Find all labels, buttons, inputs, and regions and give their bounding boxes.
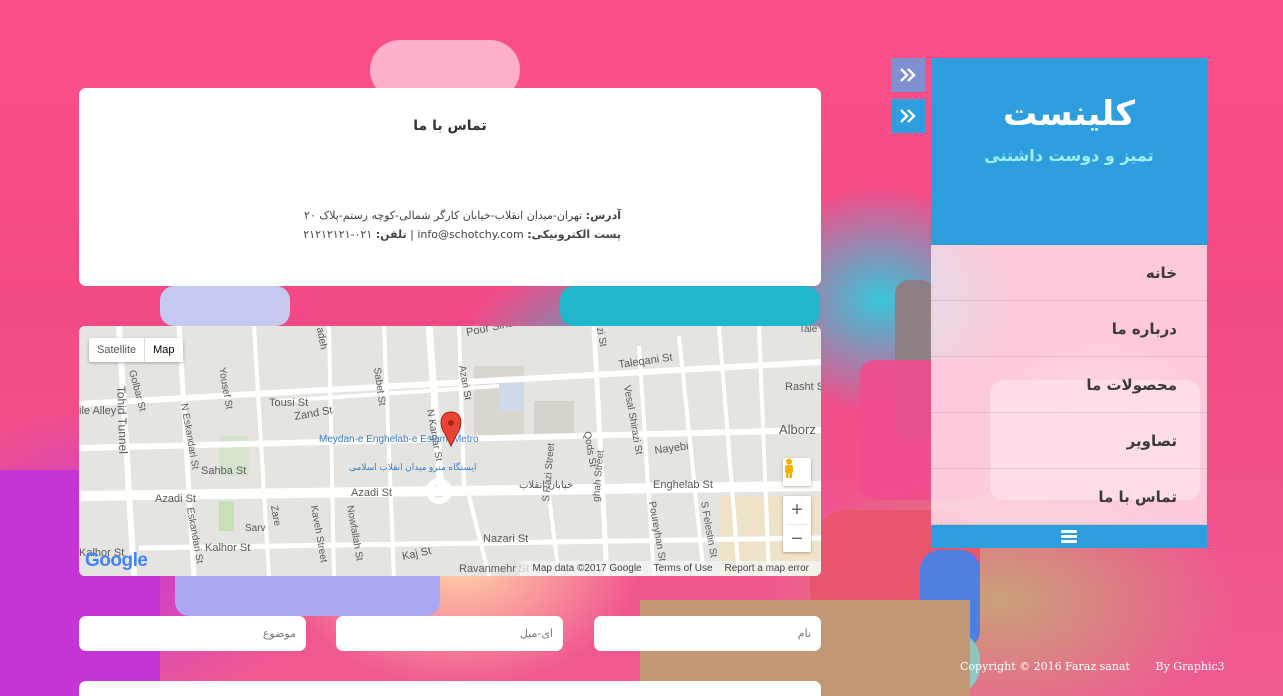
message-textarea[interactable]	[79, 681, 821, 696]
map-zoom-control: + −	[783, 496, 811, 552]
email-label: پست الکترونیکی:	[527, 228, 621, 241]
map-street-label: Kalhor St	[205, 542, 250, 554]
phone-value: ۰۲۱-۲۱۲۱۲۱۲۱	[303, 228, 373, 241]
zoom-in-button[interactable]: +	[783, 496, 811, 524]
sidebar-item-home[interactable]: خانه	[931, 245, 1207, 301]
pegman-icon	[785, 458, 793, 478]
sidebar-item-gallery[interactable]: تصاویر	[931, 413, 1207, 469]
map-street-label: Azadi St	[351, 487, 392, 499]
map-type-map-button[interactable]: Map	[145, 338, 182, 362]
map-canvas[interactable]: Pour Sina Azari St Taleqani St Rasht S G…	[79, 326, 821, 576]
map-street-label: Ravanmehr St	[459, 563, 529, 575]
map-street-label: Tousi St	[269, 397, 308, 409]
email-value[interactable]: info@schotchy.com	[417, 228, 523, 241]
background-sponge-lavender	[175, 576, 440, 616]
map-street-label: Tale	[799, 326, 818, 335]
sidebar-item-about[interactable]: درباره ما	[931, 301, 1207, 357]
terms-of-use-link[interactable]: Terms of Use	[648, 563, 719, 574]
sidebar-header: کلینست تمیز و دوست داشتنی	[931, 58, 1207, 245]
email-input[interactable]	[336, 616, 563, 651]
brand-logo-text[interactable]: کلینست	[931, 94, 1207, 134]
map-street-label: Nazari St	[483, 533, 528, 545]
address-label: آدرس:	[585, 209, 621, 222]
map-attribution: Map data ©2017 Google Terms of Use Repor…	[520, 561, 821, 576]
contact-details: آدرس: تهران-میدان انقلاب-خیابان کارگر شم…	[221, 206, 621, 244]
map-type-satellite-button[interactable]: Satellite	[89, 338, 144, 362]
map-type-divider	[144, 338, 146, 362]
google-map[interactable]: Pour Sina Azari St Taleqani St Rasht S G…	[79, 326, 821, 576]
map-street-label: Alborz	[779, 422, 816, 437]
contact-address-line: آدرس: تهران-میدان انقلاب-خیابان کارگر شم…	[221, 206, 621, 225]
map-street-label: Azadi St	[155, 493, 196, 505]
map-type-control: Map Satellite	[89, 338, 183, 362]
subject-input[interactable]	[79, 616, 306, 651]
sidebar: کلینست تمیز و دوست داشتنی خانه درباره ما…	[931, 58, 1207, 548]
google-logo-text: Google	[85, 550, 148, 571]
map-street-label: Tohid Tunnel	[114, 386, 130, 455]
map-street-label: ile Alley	[79, 405, 117, 417]
contact-title: تماس با ما	[413, 118, 487, 134]
double-chevron-right-icon	[900, 68, 916, 82]
google-logo[interactable]: Google	[85, 550, 148, 572]
sidebar-menu-toggle[interactable]	[931, 525, 1207, 548]
background-sponge-lightblue	[160, 286, 290, 326]
contact-separator: |	[410, 228, 414, 241]
map-street-label: Sahba St	[201, 465, 246, 477]
contact-card: تماس با ما آدرس: تهران-میدان انقلاب-خیاب…	[79, 88, 821, 286]
copyright-text: Copyright © 2016 Faraz sanat	[960, 660, 1130, 673]
map-street-label: Sarv	[245, 523, 266, 534]
sidebar-item-contact[interactable]: تماس با ما	[931, 469, 1207, 525]
site-footer: Copyright © 2016 Faraz sanat By Graphic3	[960, 660, 1225, 673]
sidebar-collapse-button[interactable]	[891, 58, 925, 92]
map-metro-label-fa: ایستگاه مترو میدان انقلاب اسلامی	[349, 461, 477, 473]
name-input[interactable]	[594, 616, 821, 651]
sidebar-expand-button[interactable]	[891, 99, 925, 133]
map-street-label: Rasht S	[785, 381, 821, 393]
designer-credit[interactable]: By Graphic3	[1155, 660, 1224, 673]
contact-email-phone-line: پست الکترونیکی: info@schotchy.com | تلفن…	[221, 225, 621, 244]
sidebar-menu: خانه درباره ما محصولات ما تصاویر تماس با…	[931, 245, 1207, 525]
street-view-pegman-button[interactable]	[783, 458, 811, 486]
double-chevron-right-icon	[900, 109, 916, 123]
sidebar-item-products[interactable]: محصولات ما	[931, 357, 1207, 413]
brand-tagline: تمیز و دوست داشتنی	[984, 146, 1154, 165]
zoom-out-button[interactable]: −	[783, 525, 811, 553]
map-data-attribution: Map data ©2017 Google	[532, 563, 642, 574]
hamburger-icon	[1061, 530, 1077, 543]
phone-label: تلفن:	[375, 228, 407, 241]
report-map-error-link[interactable]: Report a map error	[719, 563, 815, 574]
background-sponge-cyan	[560, 286, 820, 326]
map-street-label: Enghelab St	[653, 479, 713, 491]
address-value: تهران-میدان انقلاب-خیابان کارگر شمالی-کو…	[304, 209, 583, 222]
